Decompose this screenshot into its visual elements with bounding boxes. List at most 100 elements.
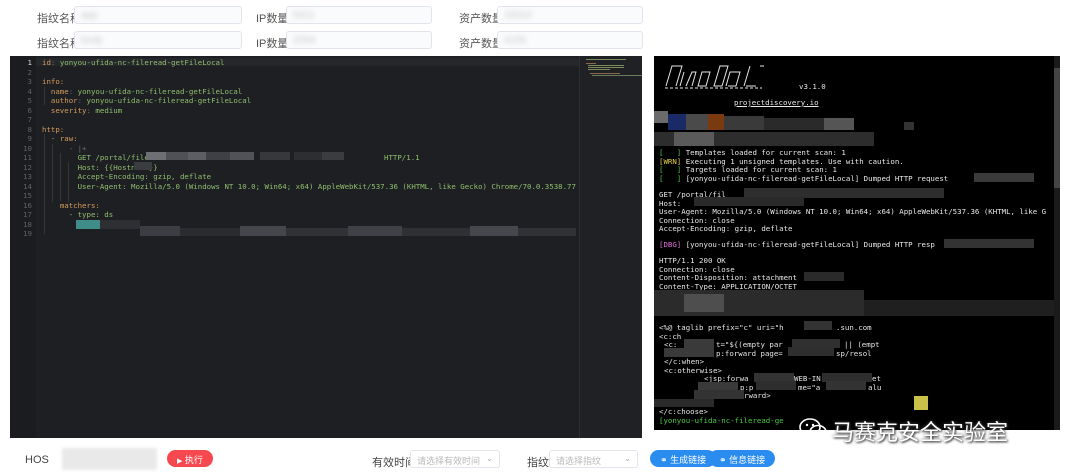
minimap-line [588, 69, 610, 70]
link-icon: ⚭ [719, 455, 727, 465]
line-number: 14 [23, 181, 32, 191]
ip-count-field[interactable]: 5411 [286, 6, 432, 24]
code-line-http: http: [42, 124, 65, 134]
redaction-mosaic [188, 152, 206, 160]
generate-link-button[interactable]: ⚭ 生成链接 [650, 450, 717, 467]
filter-row-1: 指纹名称 app IP数量 5411 资产数量 19310 [0, 6, 1080, 28]
info-link-button[interactable]: ⚭ 信息链接 [709, 450, 776, 467]
redaction-mosaic [904, 122, 914, 130]
terminal-version: v3.1.0 [799, 82, 826, 91]
terminal-code-line: rward> [744, 391, 771, 400]
code-line-matchers: matchers: [59, 200, 100, 210]
link-icon: ⚭ [660, 455, 668, 465]
minimap-line [590, 73, 620, 74]
redaction-mosaic [804, 321, 832, 330]
redaction-mosaic [864, 300, 1054, 316]
minimap-line [586, 59, 626, 60]
yaml-template-editor[interactable]: 1 2 3 4 5 6 7 8 9 10 11 12 13 14 15 16 1… [10, 56, 642, 438]
code-line-accept: Accept-Encoding: gzip, deflate [77, 172, 212, 181]
code-line-id: id: yonyou-ufida-nc-fileread-getFileLoca… [42, 58, 225, 67]
redaction-mosaic [914, 396, 928, 410]
code-line-user-agent: User-Agent: Mozilla/5.0 (Windows NT 10.0… [77, 181, 639, 191]
play-icon: ▶ [177, 458, 183, 465]
fingerprint-select[interactable]: 请选择指纹 ⌄ [549, 450, 638, 468]
valid-time-select[interactable]: 请选择有效时间 ⌄ [410, 450, 500, 468]
redaction-mosaic [76, 220, 100, 229]
host-input-redacted[interactable] [62, 448, 157, 470]
terminal-site: projectdiscovery.io [734, 98, 819, 107]
redaction-mosaic [286, 228, 348, 236]
line-number: 15 [23, 191, 32, 200]
minimap-line [586, 63, 596, 64]
line-number: 17 [23, 210, 32, 219]
terminal-req-enc: Accept-Encoding: gzip, deflate [659, 224, 793, 233]
redaction-mosaic [166, 152, 188, 160]
redaction-mosaic [654, 399, 714, 407]
redaction-mosaic [180, 228, 240, 236]
line-number: 9 [27, 134, 32, 143]
minimap-line [592, 75, 642, 76]
watermark-text: 马赛克安全实验室 [832, 421, 1009, 446]
terminal-dumped-response: [DBG] [yonyou-ufida-nc-fileread-getFileL… [659, 240, 935, 249]
terminal-final-line: [yonyou-ufida-nc-fileread-ge [659, 415, 784, 425]
code-line-type: - type: ds [68, 210, 114, 219]
terminal-code-line: me="a [798, 382, 821, 392]
code-line-raw: - raw: [50, 134, 78, 143]
nuclei-terminal-output[interactable]: v3.1.0 projectdiscovery.io [ ] Templates… [654, 56, 1060, 430]
line-number: 8 [27, 124, 32, 134]
redaction-mosaic [686, 114, 708, 130]
line-number: 16 [23, 200, 32, 210]
redaction-mosaic [654, 111, 668, 123]
terminal-code-line: p:forward page= [716, 348, 783, 358]
line-number: 4 [27, 86, 32, 96]
chevron-down-icon: ⌄ [486, 454, 493, 463]
line-number: 18 [23, 219, 32, 229]
redaction-mosaic [694, 197, 804, 206]
wechat-icon [799, 418, 827, 440]
redaction-mosaic [684, 339, 714, 348]
redaction-mosaic [140, 226, 180, 236]
run-button-label: 执行 [184, 455, 203, 465]
minimap-line [588, 67, 624, 68]
code-line-http-version: HTTP/1.1 [384, 153, 420, 162]
redaction-mosaic [100, 220, 140, 229]
redaction-mosaic [518, 228, 576, 236]
terminal-dumped-request: [ ] [yonyou-ufida-nc-fileread-getFileLoc… [659, 173, 949, 183]
host-label: HOS [25, 454, 49, 466]
fingerprint-placeholder: 请选择指纹 [556, 456, 602, 466]
terminal-scrollbar[interactable] [1054, 56, 1060, 430]
redaction-mosaic [230, 152, 254, 160]
terminal-scroll-thumb[interactable] [1054, 68, 1060, 188]
code-line-get: GET /portal/file [77, 153, 149, 162]
generate-link-label: 生成链接 [670, 455, 707, 465]
editor-minimap[interactable] [579, 56, 642, 438]
line-number: 2 [27, 67, 32, 77]
run-button[interactable]: ▶ 执行 [167, 450, 213, 467]
redaction-mosaic [826, 381, 866, 390]
asset-count-field[interactable]: 4155 [497, 31, 643, 49]
fingerprint-name-field[interactable]: app [74, 6, 242, 24]
redaction-mosaic [470, 226, 518, 236]
nuclei-ascii-logo [665, 65, 764, 89]
line-number: 12 [23, 162, 32, 172]
line-number: 6 [27, 105, 32, 115]
line-number: 1 [27, 58, 32, 67]
code-line-author: author: yonyou-ufida-nc-fileread-getFile… [50, 96, 252, 105]
redaction-mosaic [694, 390, 744, 399]
info-link-label: 信息链接 [729, 455, 766, 465]
line-number-gutter: 1 2 3 4 5 6 7 8 9 10 11 12 13 14 15 16 1… [10, 56, 36, 438]
line-number: 19 [23, 229, 32, 238]
redaction-mosaic [402, 228, 470, 236]
code-line-pipe: - |+ [68, 143, 87, 153]
ip-count-field[interactable]: 2093 [286, 31, 432, 49]
fingerprint-name-field[interactable]: body [74, 31, 242, 49]
redaction-mosaic [206, 152, 230, 160]
asset-count-field[interactable]: 19310 [497, 6, 643, 24]
redaction-mosaic [724, 116, 764, 130]
line-number: 3 [27, 77, 32, 86]
valid-time-placeholder: 请选择有效时间 [417, 456, 481, 466]
redaction-mosaic [674, 132, 714, 146]
redaction-mosaic [348, 226, 402, 236]
ip-count-label: IP数量 [256, 38, 289, 50]
filter-row-2: 指纹名称 body IP数量 2093 资产数量 4155 [0, 31, 1080, 53]
